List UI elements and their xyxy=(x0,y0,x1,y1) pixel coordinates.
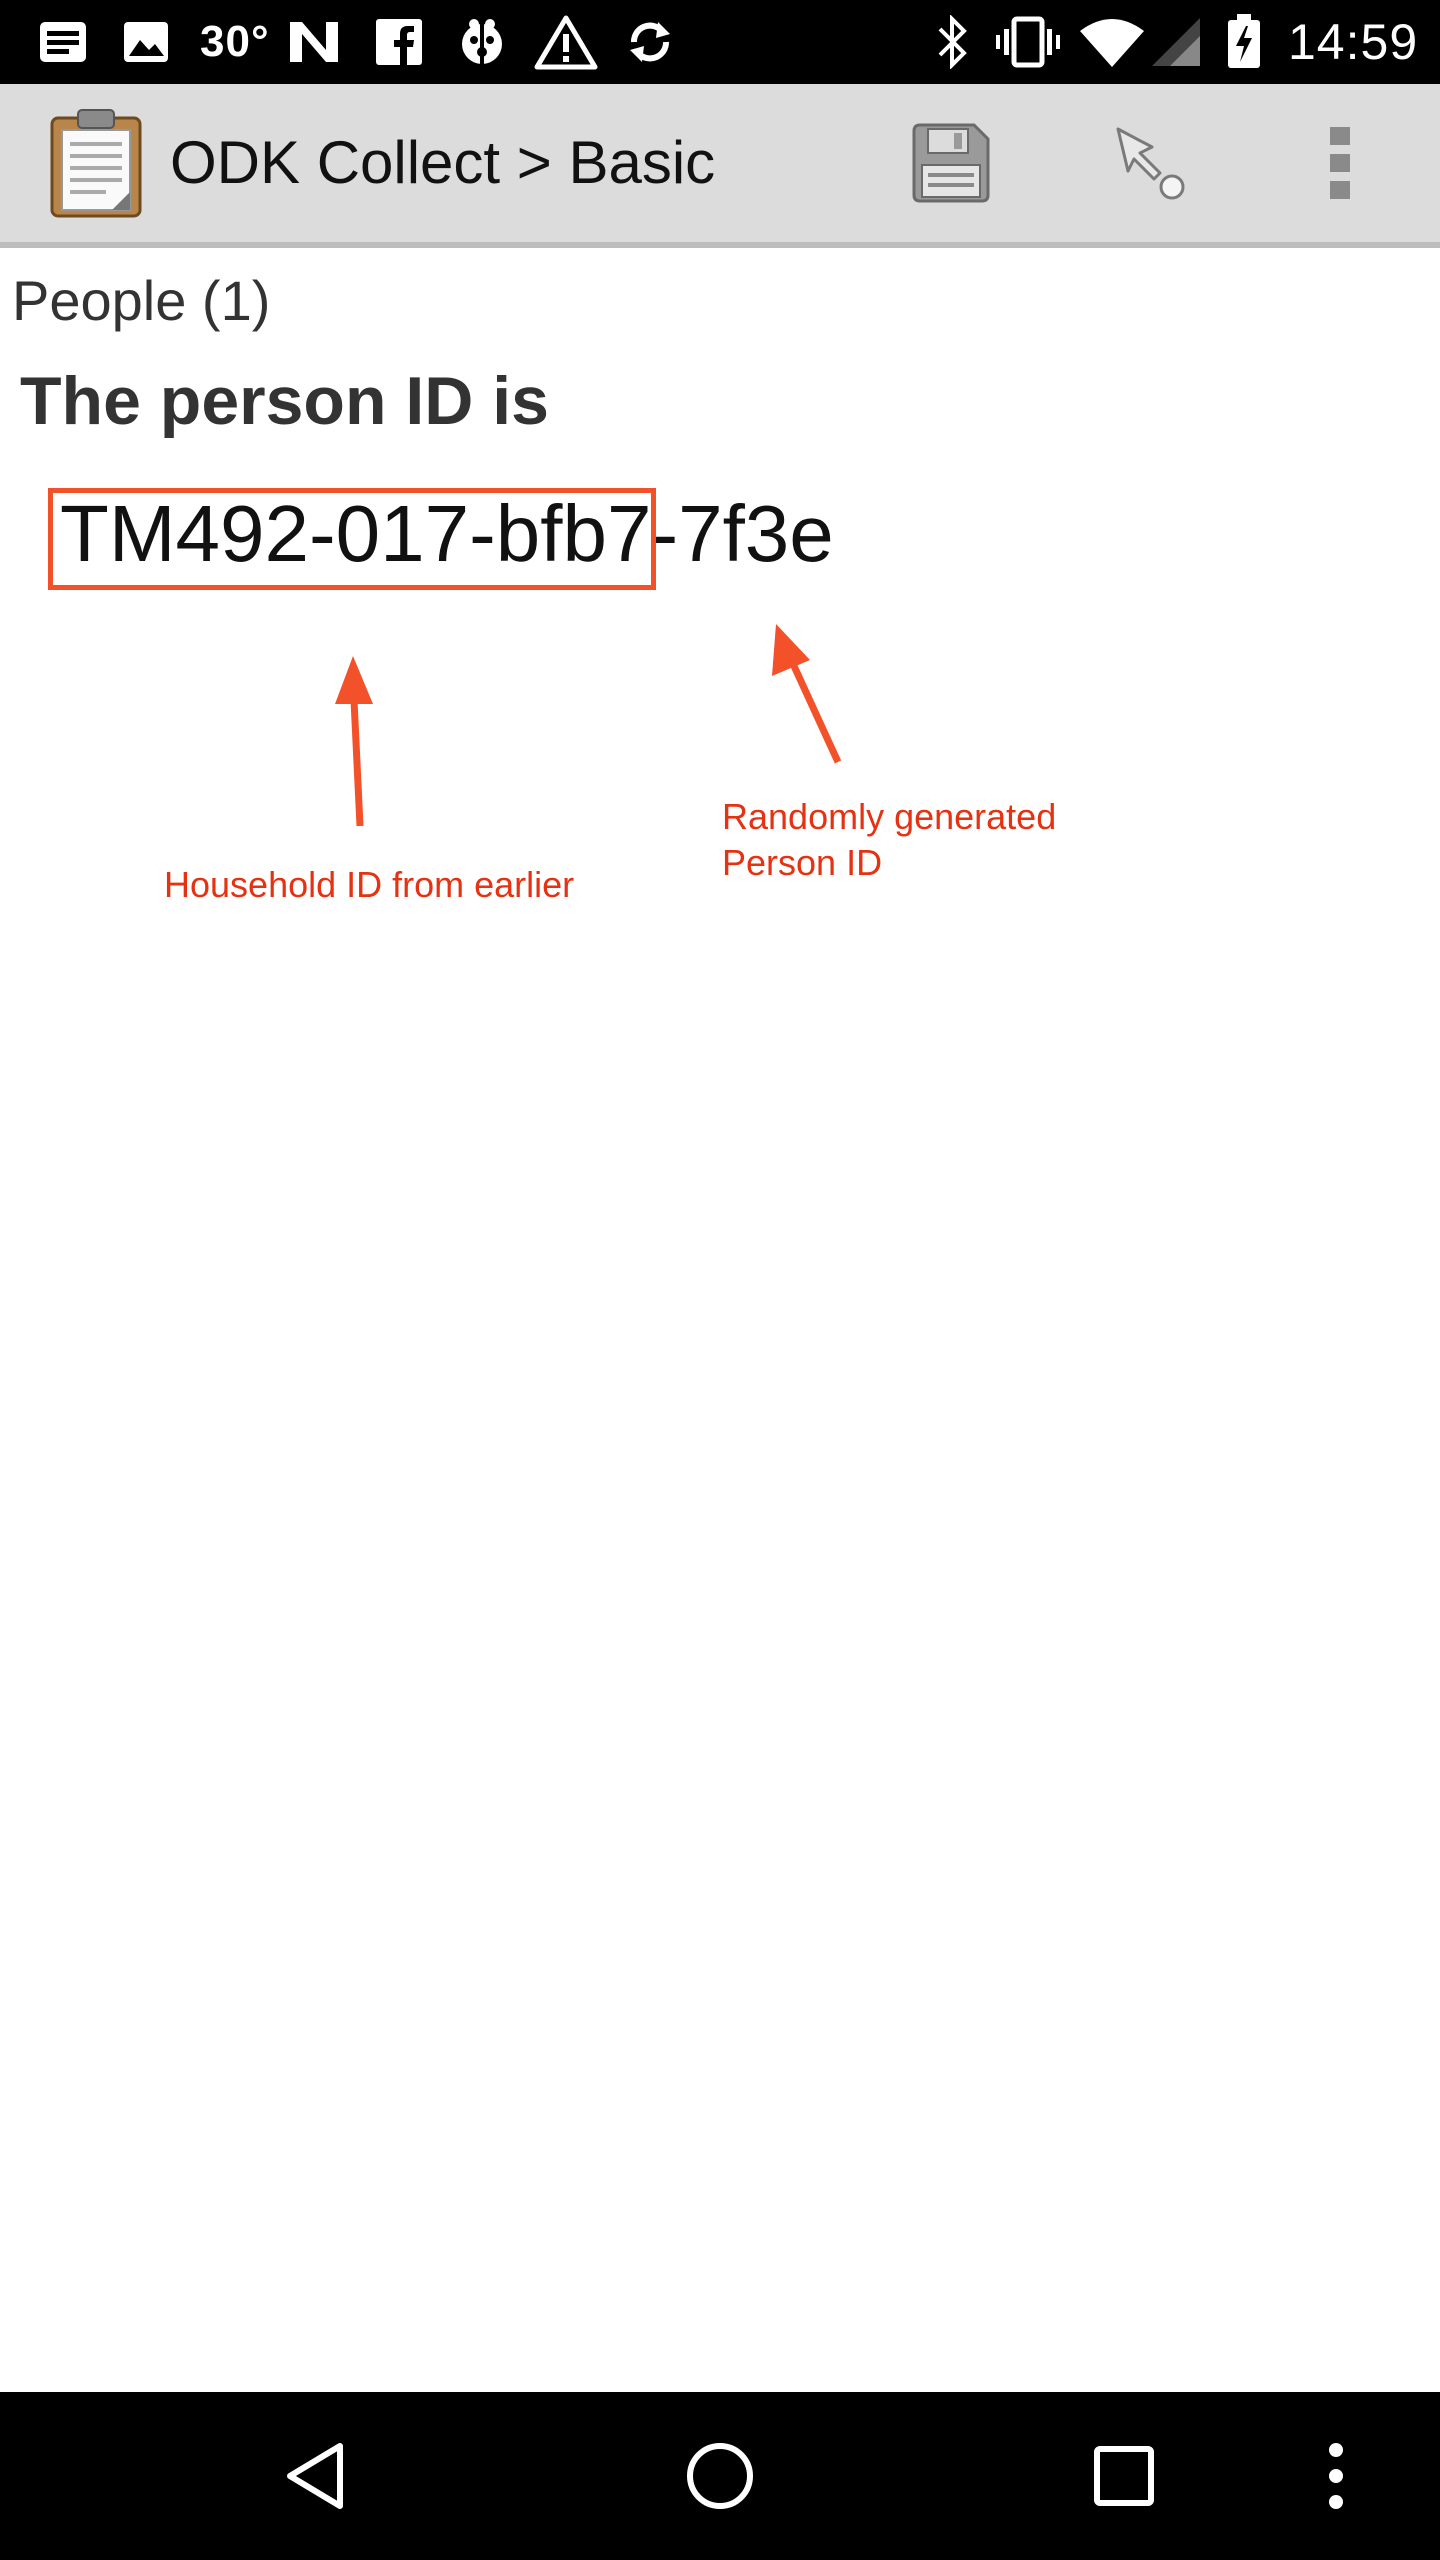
nav-menu-icon[interactable] xyxy=(1296,2392,1376,2560)
navigation-bar xyxy=(0,2392,1440,2560)
recents-icon[interactable] xyxy=(1064,2392,1184,2560)
household-arrow xyxy=(335,656,373,827)
random-id-arrow xyxy=(772,624,842,764)
annotation-arrows xyxy=(335,624,842,827)
household-annotation: Household ID from earlier xyxy=(164,864,575,905)
back-icon[interactable] xyxy=(256,2392,376,2560)
random-id-annotation: Randomly generated Person ID xyxy=(722,794,1056,886)
random-id-annotation-line2: Person ID xyxy=(722,842,883,883)
home-icon[interactable] xyxy=(660,2392,780,2560)
random-id-annotation-line1: Randomly generated xyxy=(722,796,1057,837)
